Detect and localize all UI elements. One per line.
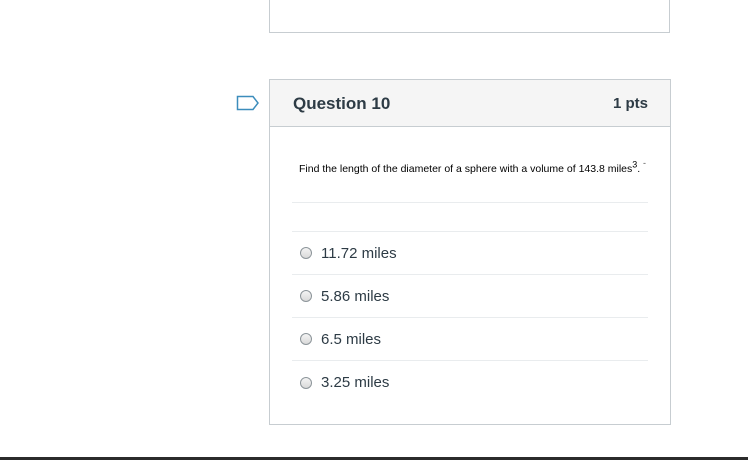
answer-option[interactable]: 6.5 miles bbox=[292, 318, 648, 361]
question-body: - Find the length of the diameter of a s… bbox=[292, 158, 648, 404]
question-header: Question 10 1 pts bbox=[270, 80, 670, 127]
answer-option[interactable]: 5.86 miles bbox=[292, 275, 648, 318]
flag-question-icon[interactable] bbox=[236, 95, 260, 111]
question-text-end: . bbox=[637, 163, 641, 175]
question-text-main: Find the length of the diameter of a sph… bbox=[299, 163, 633, 175]
radio-button[interactable] bbox=[300, 247, 312, 259]
radio-button[interactable] bbox=[300, 333, 312, 345]
answer-list: 11.72 miles 5.86 miles 6.5 miles 3.25 mi… bbox=[292, 231, 648, 404]
answer-label: 11.72 miles bbox=[321, 244, 397, 262]
question-card: Question 10 1 pts - Find the length of t… bbox=[269, 79, 671, 425]
answer-label: 5.86 miles bbox=[321, 287, 390, 305]
question-tick: - bbox=[643, 158, 646, 168]
answer-label: 6.5 miles bbox=[321, 330, 382, 348]
quiz-page: Question 10 1 pts - Find the length of t… bbox=[0, 0, 748, 460]
radio-button[interactable] bbox=[300, 290, 312, 302]
question-points: 1 pts bbox=[612, 95, 648, 112]
question-text: - Find the length of the diameter of a s… bbox=[292, 158, 648, 203]
previous-question-box bbox=[269, 0, 670, 33]
answer-option[interactable]: 11.72 miles bbox=[292, 232, 648, 275]
radio-button[interactable] bbox=[300, 376, 312, 389]
answer-label: 3.25 miles bbox=[321, 374, 390, 391]
answer-option[interactable]: 3.25 miles bbox=[292, 361, 648, 404]
question-title: Question 10 bbox=[293, 94, 391, 113]
